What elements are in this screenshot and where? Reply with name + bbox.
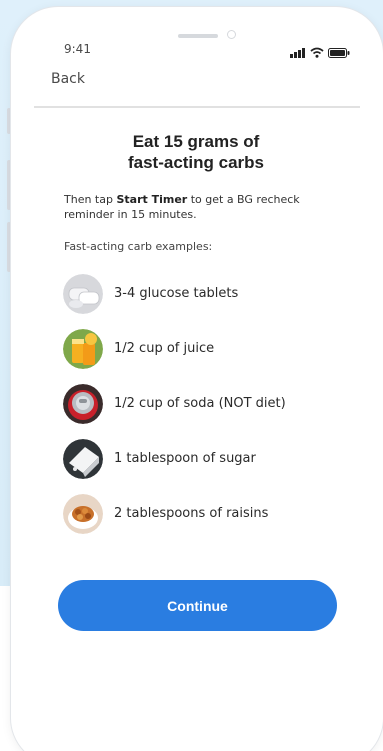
sugar-image bbox=[63, 438, 103, 479]
list-item-label: 1 tablespoon of sugar bbox=[114, 451, 256, 466]
intro-text: Then tap Start Timer to get a BG recheck… bbox=[64, 192, 334, 222]
start-timer-emphasis: Start Timer bbox=[116, 193, 188, 206]
list-item-label: 2 tablespoons of raisins bbox=[114, 506, 269, 521]
title-line-1: Eat 15 grams of bbox=[132, 132, 260, 151]
battery-icon bbox=[328, 43, 350, 62]
carb-examples-list: 3-4 glucose tablets 1/2 cup of juice 1/2… bbox=[63, 266, 353, 541]
soda-image bbox=[63, 383, 103, 424]
status-time: 9:41 bbox=[64, 42, 91, 56]
title-line-2: fast-acting carbs bbox=[127, 153, 265, 172]
list-item-label: 1/2 cup of juice bbox=[114, 341, 215, 356]
intro-text-before: Then tap bbox=[64, 193, 117, 206]
raisins-image bbox=[63, 493, 103, 534]
list-item: 1 tablespoon of sugar bbox=[63, 431, 353, 486]
page-title: Eat 15 grams of fast-acting carbs bbox=[60, 131, 332, 173]
wifi-icon bbox=[310, 43, 324, 62]
status-icons bbox=[290, 43, 350, 62]
list-item: 3-4 glucose tablets bbox=[63, 266, 353, 321]
front-camera bbox=[227, 30, 236, 39]
list-item: 1/2 cup of soda (NOT diet) bbox=[63, 376, 353, 431]
juice-image bbox=[63, 328, 103, 369]
list-item: 2 tablespoons of raisins bbox=[63, 486, 353, 541]
continue-button[interactable]: Continue bbox=[58, 580, 337, 631]
glucose-tablets-image bbox=[63, 273, 103, 314]
list-item-label: 1/2 cup of soda (NOT diet) bbox=[114, 396, 286, 411]
signal-icon bbox=[290, 43, 306, 62]
speaker-grille bbox=[178, 34, 218, 38]
header-divider bbox=[34, 106, 360, 108]
back-button[interactable]: Back bbox=[51, 71, 85, 87]
list-item: 1/2 cup of juice bbox=[63, 321, 353, 376]
list-item-label: 3-4 glucose tablets bbox=[114, 286, 239, 301]
examples-label: Fast-acting carb examples: bbox=[64, 240, 213, 253]
